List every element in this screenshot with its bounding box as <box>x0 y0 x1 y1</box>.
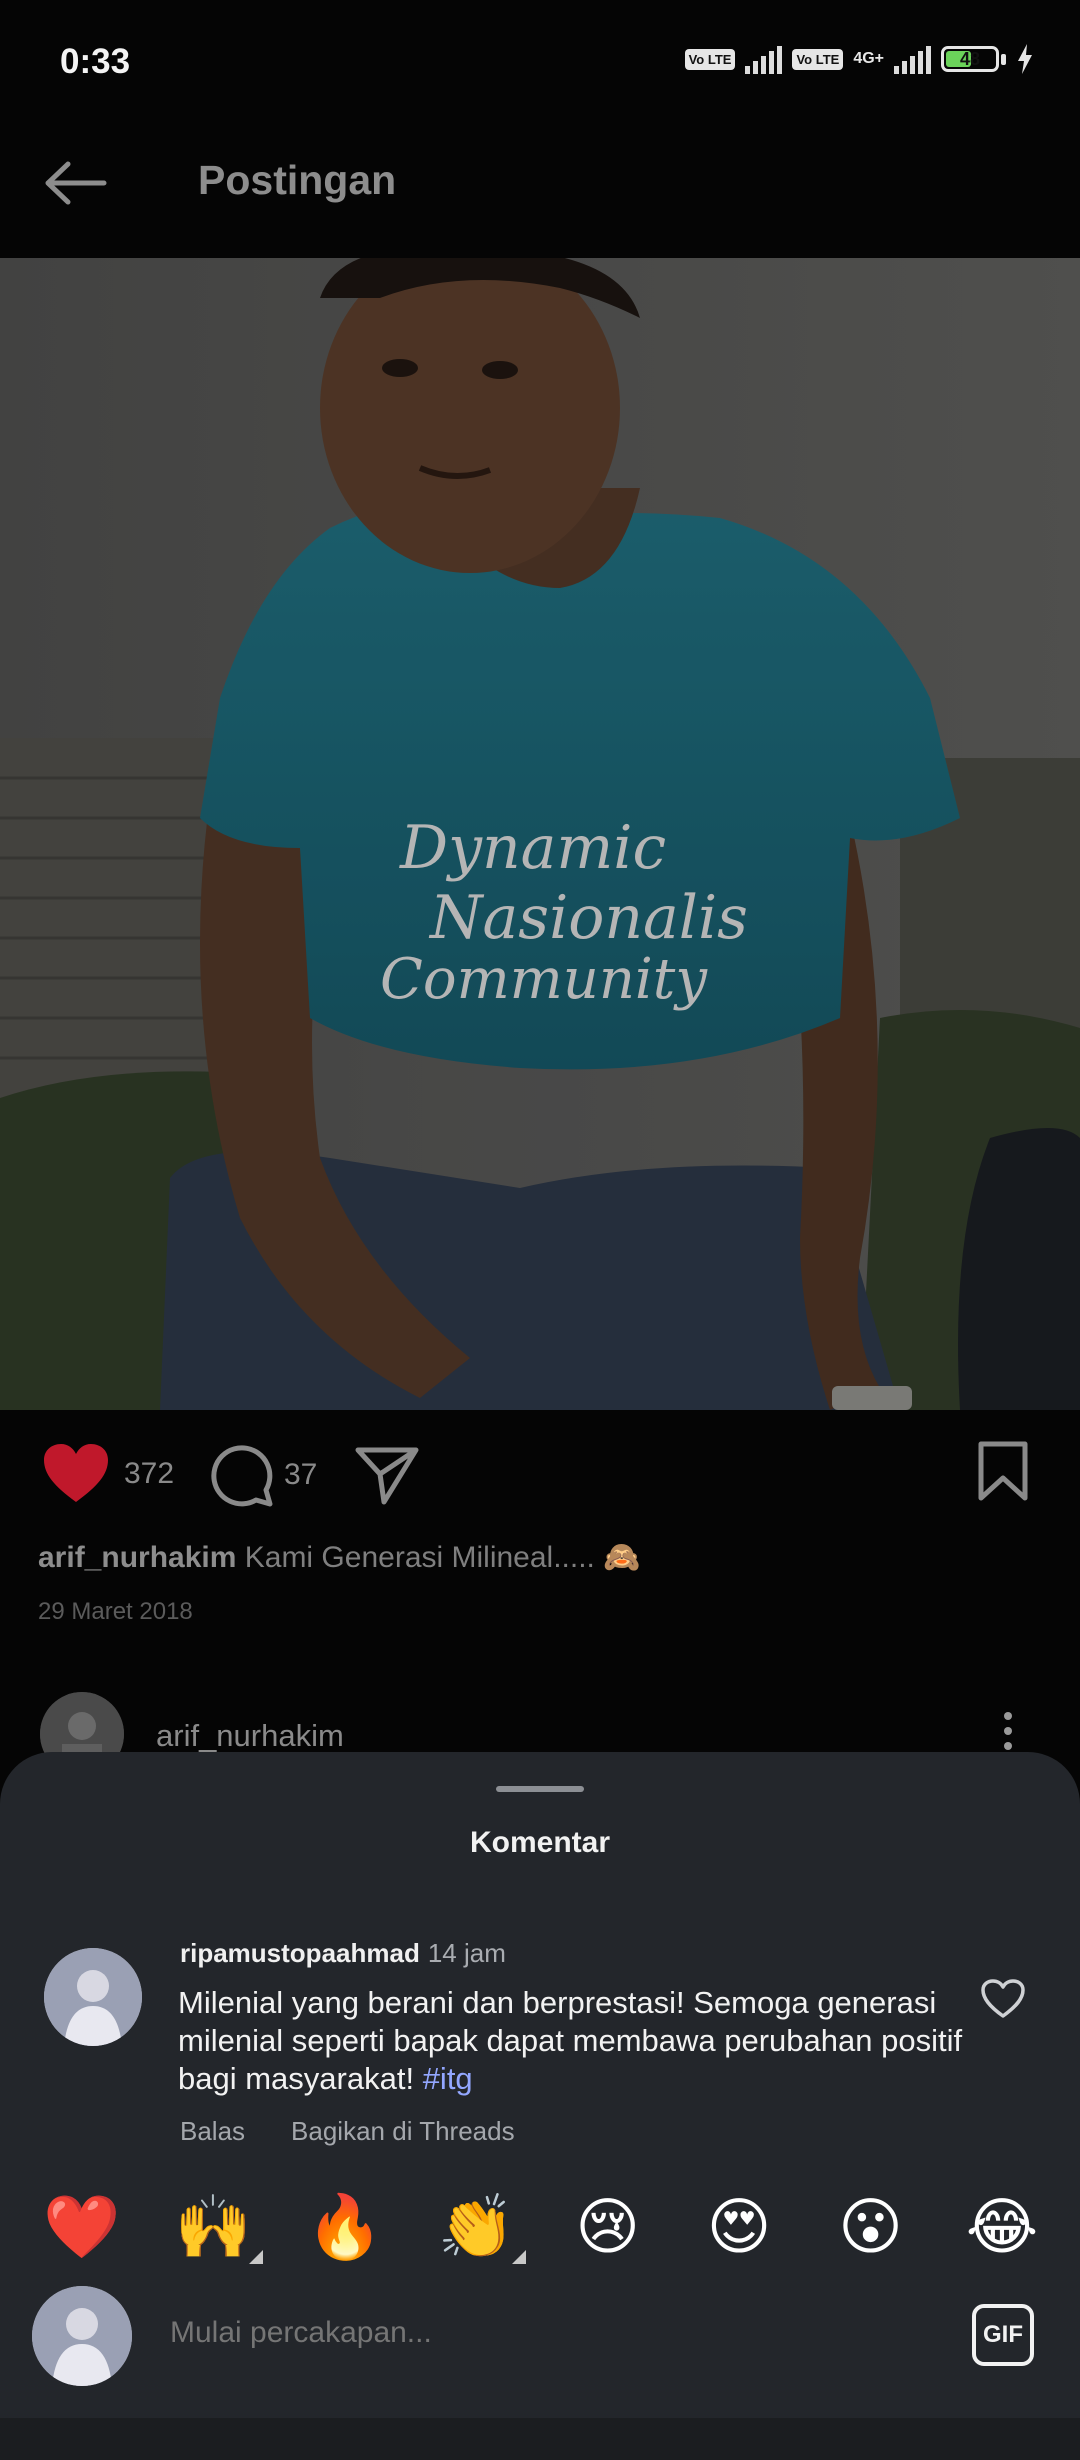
drag-handle[interactable] <box>496 1786 584 1792</box>
gif-button[interactable]: GIF <box>972 2304 1034 2366</box>
comment-time: 14 jam <box>427 1938 506 1968</box>
commenter-username[interactable]: ripamustopaahmad <box>180 1938 420 1968</box>
post-date: 29 Maret 2018 <box>38 1598 193 1625</box>
comment-icon <box>211 1445 273 1507</box>
caption-username[interactable]: arif_nurhakim <box>38 1541 236 1574</box>
back-arrow-icon <box>45 161 107 205</box>
caption-text: Kami Generasi Milineal..... 🙈 <box>244 1541 641 1574</box>
emoji-fire[interactable]: 🔥 <box>295 2190 395 2264</box>
comment-hashtag[interactable]: #itg <box>423 2061 473 2096</box>
post-photo[interactable]: Dynamic Nasionalis Community <box>0 258 1080 1410</box>
bookmark-icon <box>978 1441 1028 1501</box>
save-button[interactable] <box>976 1440 1030 1507</box>
comment-button[interactable]: 37 <box>208 1442 317 1508</box>
comment-like-button[interactable] <box>980 1978 1026 2025</box>
comment-count: 37 <box>284 1458 318 1491</box>
volte-icon-2: Vo LTE <box>792 48 844 70</box>
emoji-laughing[interactable]: 😂 <box>952 2190 1052 2264</box>
page-title: Postingan <box>198 157 397 203</box>
more-options-icon[interactable] <box>1004 1712 1012 1750</box>
commenter-avatar[interactable] <box>44 1948 142 2046</box>
status-time: 0:33 <box>60 42 131 81</box>
emoji-surprised[interactable]: 😮 <box>821 2190 921 2264</box>
emoji-clap[interactable]: 👏 <box>426 2190 527 2264</box>
like-button[interactable]: 372 <box>40 1442 174 1506</box>
skin-tone-indicator <box>512 2250 527 2264</box>
comment-actions: Balas Bagikan di Threads <box>180 2116 515 2147</box>
signal-icon-1 <box>745 44 783 74</box>
author-username[interactable]: arif_nurhakim <box>156 1718 344 1754</box>
comment-input[interactable] <box>170 2316 930 2350</box>
skin-tone-indicator <box>249 2250 264 2264</box>
post-caption: arif_nurhakim Kami Generasi Milineal....… <box>38 1540 641 1575</box>
emoji-raised-hands[interactable]: 🙌 <box>163 2190 264 2264</box>
network-type: 4G+ <box>853 50 884 67</box>
comment-text: Milenial yang berani dan berprestasi! Se… <box>178 1985 963 2096</box>
sheet-title: Komentar <box>469 1826 611 1859</box>
share-button[interactable] <box>354 1444 420 1511</box>
status-icons: Vo LTE Vo LTE 4G+ 48 <box>684 44 1034 74</box>
reply-button[interactable]: Balas <box>180 2116 245 2147</box>
my-avatar <box>32 2286 132 2386</box>
emoji-crying[interactable]: 😢 <box>558 2190 658 2264</box>
battery-icon: 48 <box>941 46 999 72</box>
signal-icon-2 <box>894 44 931 74</box>
heart-outline-icon <box>981 1979 1025 2018</box>
emoji-heart-eyes[interactable]: 😍 <box>689 2190 789 2264</box>
volte-icon-1: Vo LTE <box>684 48 736 70</box>
send-icon <box>355 1447 419 1505</box>
heart-filled-icon <box>44 1444 108 1502</box>
post-photo-illustration: Dynamic Nasionalis Community <box>0 258 1080 1410</box>
share-threads-button[interactable]: Bagikan di Threads <box>291 2116 515 2147</box>
quick-emoji-row: ❤️ 🙌 🔥 👏 😢 😍 😮 😂 <box>32 2190 1052 2264</box>
battery-level: 48 <box>959 49 981 69</box>
back-button[interactable] <box>36 150 116 216</box>
system-nav-bar <box>0 2418 1080 2460</box>
emoji-heart[interactable]: ❤️ <box>32 2190 132 2264</box>
charging-icon <box>1018 44 1032 74</box>
like-count: 372 <box>124 1457 175 1490</box>
comment-header: ripamustopaahmad 14 jam <box>180 1938 506 1969</box>
